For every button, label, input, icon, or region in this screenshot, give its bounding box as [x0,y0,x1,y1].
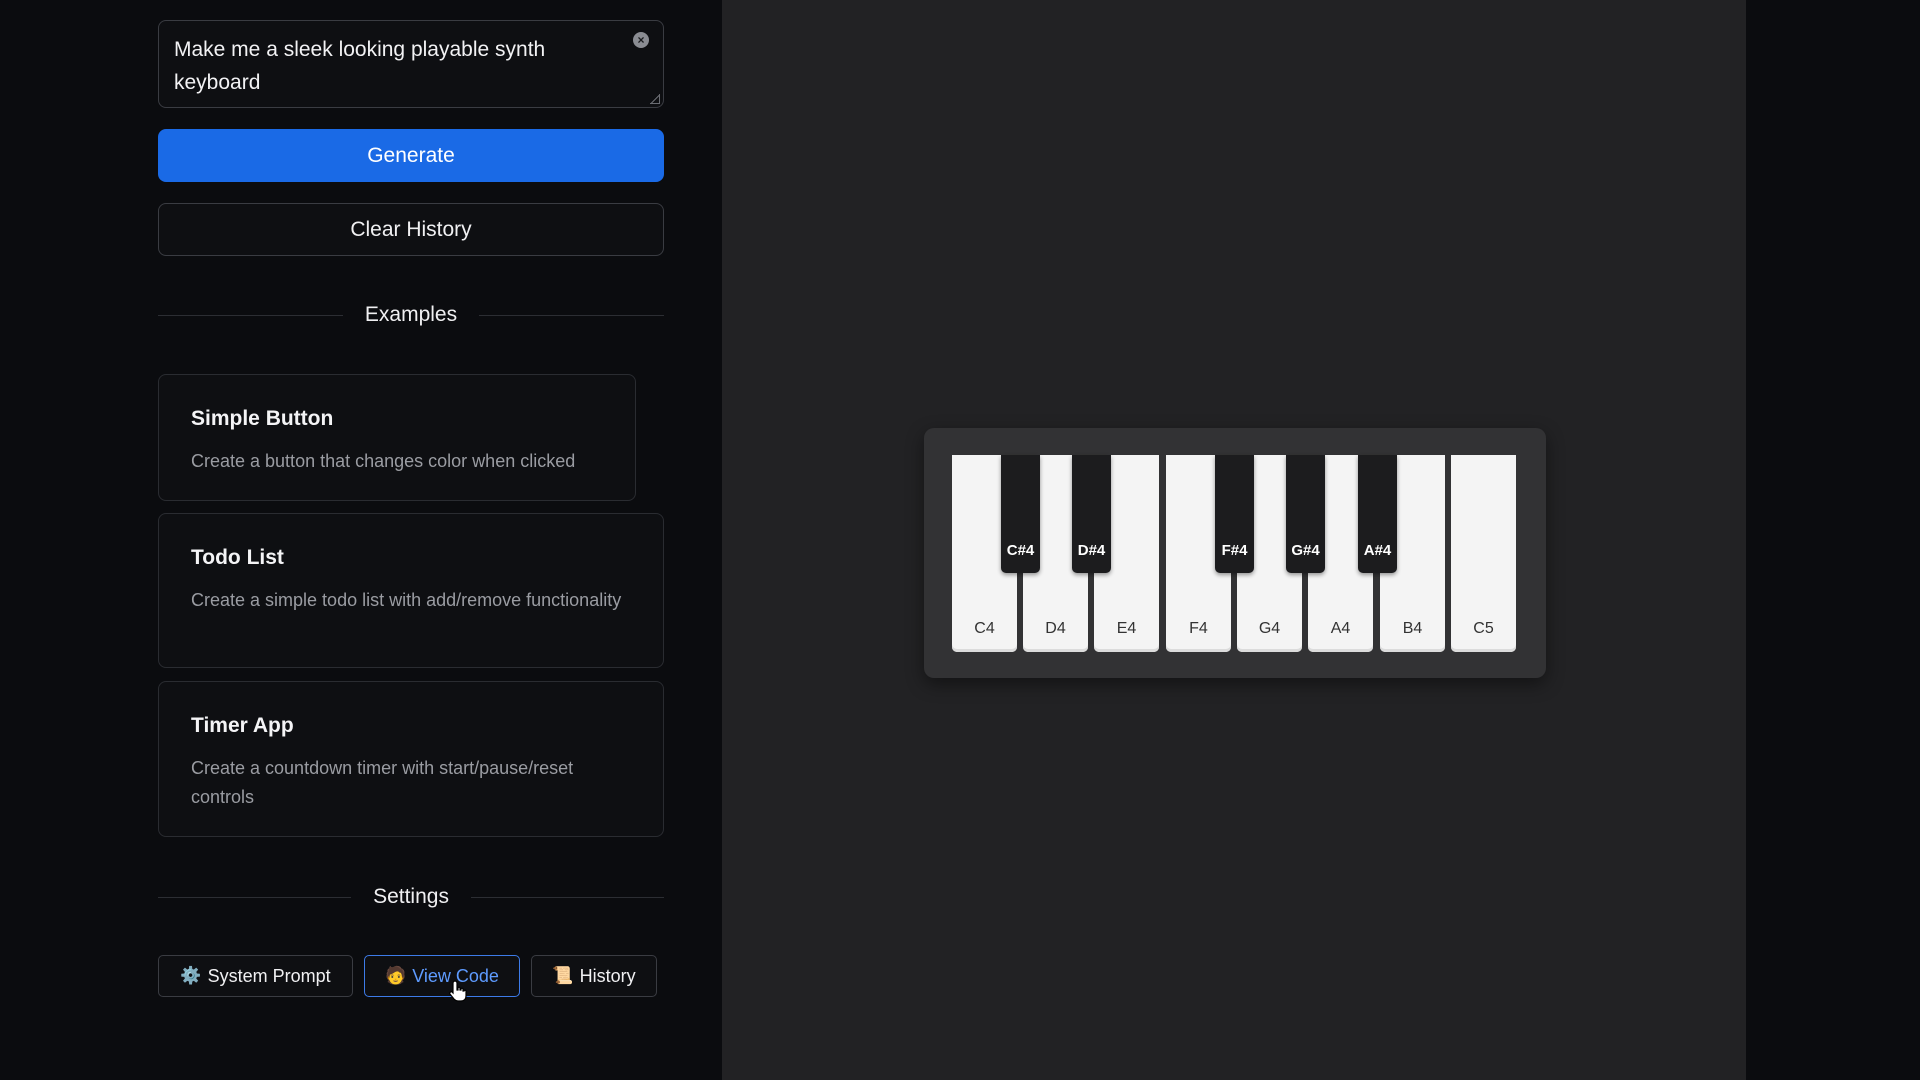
settings-heading: Settings [373,885,449,908]
key-label: G4 [1258,620,1281,637]
prompt-textarea[interactable]: Make me a sleek looking playable synth k… [158,20,664,108]
divider-line [158,896,352,898]
clear-input-icon[interactable]: × [633,32,649,48]
examples-heading: Examples [364,303,458,326]
example-title: Simple Button [191,407,334,430]
history-label: History [579,965,636,986]
example-title: Timer App [191,714,294,737]
black-key-c-sharp-4[interactable]: C#4 [1001,455,1040,573]
key-label: C4 [974,620,995,637]
white-key-c5[interactable]: C5 [1451,455,1516,652]
examples-divider: Examples [158,300,665,330]
key-label: A4 [1330,620,1351,637]
black-key-g-sharp-4[interactable]: G#4 [1286,455,1325,573]
settings-buttons: ⚙️ System Prompt 🧑 View Code 📜 History [158,955,668,997]
example-description: Create a button that changes color when … [191,451,576,471]
system-prompt-label: System Prompt [207,965,331,986]
key-label: D#4 [1077,542,1106,559]
clear-history-button[interactable]: Clear History [158,203,664,256]
hand-cursor-icon [449,980,467,1002]
example-title: Todo List [191,546,284,569]
example-card-todo-list[interactable]: Todo List Create a simple todo list with… [158,513,664,668]
example-card-timer-app[interactable]: Timer App Create a countdown timer with … [158,681,664,837]
generate-button[interactable]: Generate [158,129,664,182]
key-label: G#4 [1291,542,1320,559]
key-label: D4 [1045,620,1066,637]
black-key-a-sharp-4[interactable]: A#4 [1358,455,1397,573]
key-label: E4 [1116,620,1137,637]
resize-handle-icon[interactable] [650,94,660,104]
person-icon: 🧑 [385,966,407,985]
divider-line [158,314,343,316]
key-label: B4 [1402,620,1423,637]
black-key-f-sharp-4[interactable]: F#4 [1215,455,1254,573]
outer-margin [1746,0,1920,1080]
system-prompt-button[interactable]: ⚙️ System Prompt [158,955,353,997]
prompt-text[interactable]: Make me a sleek looking playable synth k… [174,33,614,99]
divider-line [479,314,665,316]
key-label: F#4 [1221,542,1248,559]
scroll-icon: 📜 [552,966,574,985]
view-code-button[interactable]: 🧑 View Code [364,955,520,997]
black-key-d-sharp-4[interactable]: D#4 [1072,455,1111,573]
history-button[interactable]: 📜 History [531,955,657,997]
example-description: Create a simple todo list with add/remov… [191,590,622,610]
key-label: F4 [1189,620,1208,637]
key-label: C5 [1473,620,1494,637]
app-window: Make me a sleek looking playable synth k… [0,0,1920,1080]
key-label: A#4 [1363,542,1392,559]
example-card-simple-button[interactable]: Simple Button Create a button that chang… [158,374,636,501]
synth-keyboard: C4 D4 E4 F4 G4 A4 B4 C5 C#4 D#4 F#4 G#4 … [924,428,1546,678]
key-label: C#4 [1006,542,1035,559]
example-description: Create a countdown timer with start/paus… [191,758,574,807]
settings-divider: Settings [158,882,665,912]
gear-icon: ⚙️ [180,966,202,985]
divider-line [470,896,665,898]
control-panel: Make me a sleek looking playable synth k… [0,0,722,1080]
